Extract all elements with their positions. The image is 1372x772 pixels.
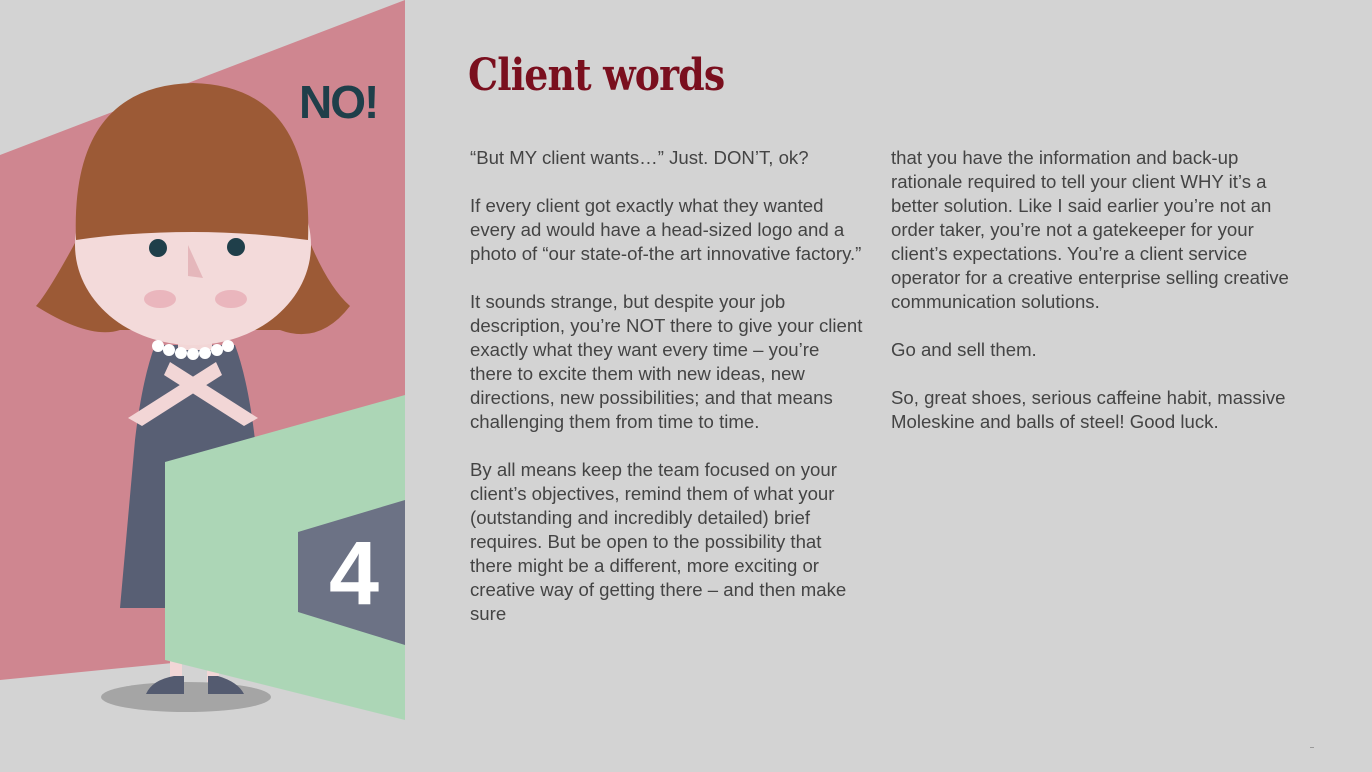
floor-shadow (101, 682, 271, 712)
right-shoe (208, 676, 244, 694)
paragraph: that you have the information and back-u… (891, 147, 1289, 312)
paragraph: By all means keep the team focused on yo… (470, 459, 847, 624)
illustration-svg: 4 NO! (0, 0, 405, 720)
shout-text: NO! (299, 76, 377, 128)
text-column-right: that you have the information and back-u… (891, 146, 1291, 458)
paragraph: If every client got exactly what they wa… (470, 195, 862, 264)
step-number: 4 (329, 524, 379, 624)
text-column-left: “But MY client wants…” Just. DON’T, ok? … (470, 146, 865, 650)
left-eye (149, 239, 167, 257)
page-marker (1310, 747, 1314, 748)
illustration: 4 NO! (0, 0, 420, 772)
paragraph: It sounds strange, but despite your job … (470, 291, 863, 432)
slide: 4 NO! Client words “But MY client wants…… (0, 0, 1372, 772)
paragraph: Go and sell them. (891, 339, 1037, 360)
paragraph: “But MY client wants…” Just. DON’T, ok? (470, 147, 809, 168)
right-eye (227, 238, 245, 256)
right-cheek (215, 290, 247, 308)
left-cheek (144, 290, 176, 308)
paragraph: So, great shoes, serious caffeine habit,… (891, 387, 1286, 432)
slide-title: Client words (468, 50, 725, 101)
